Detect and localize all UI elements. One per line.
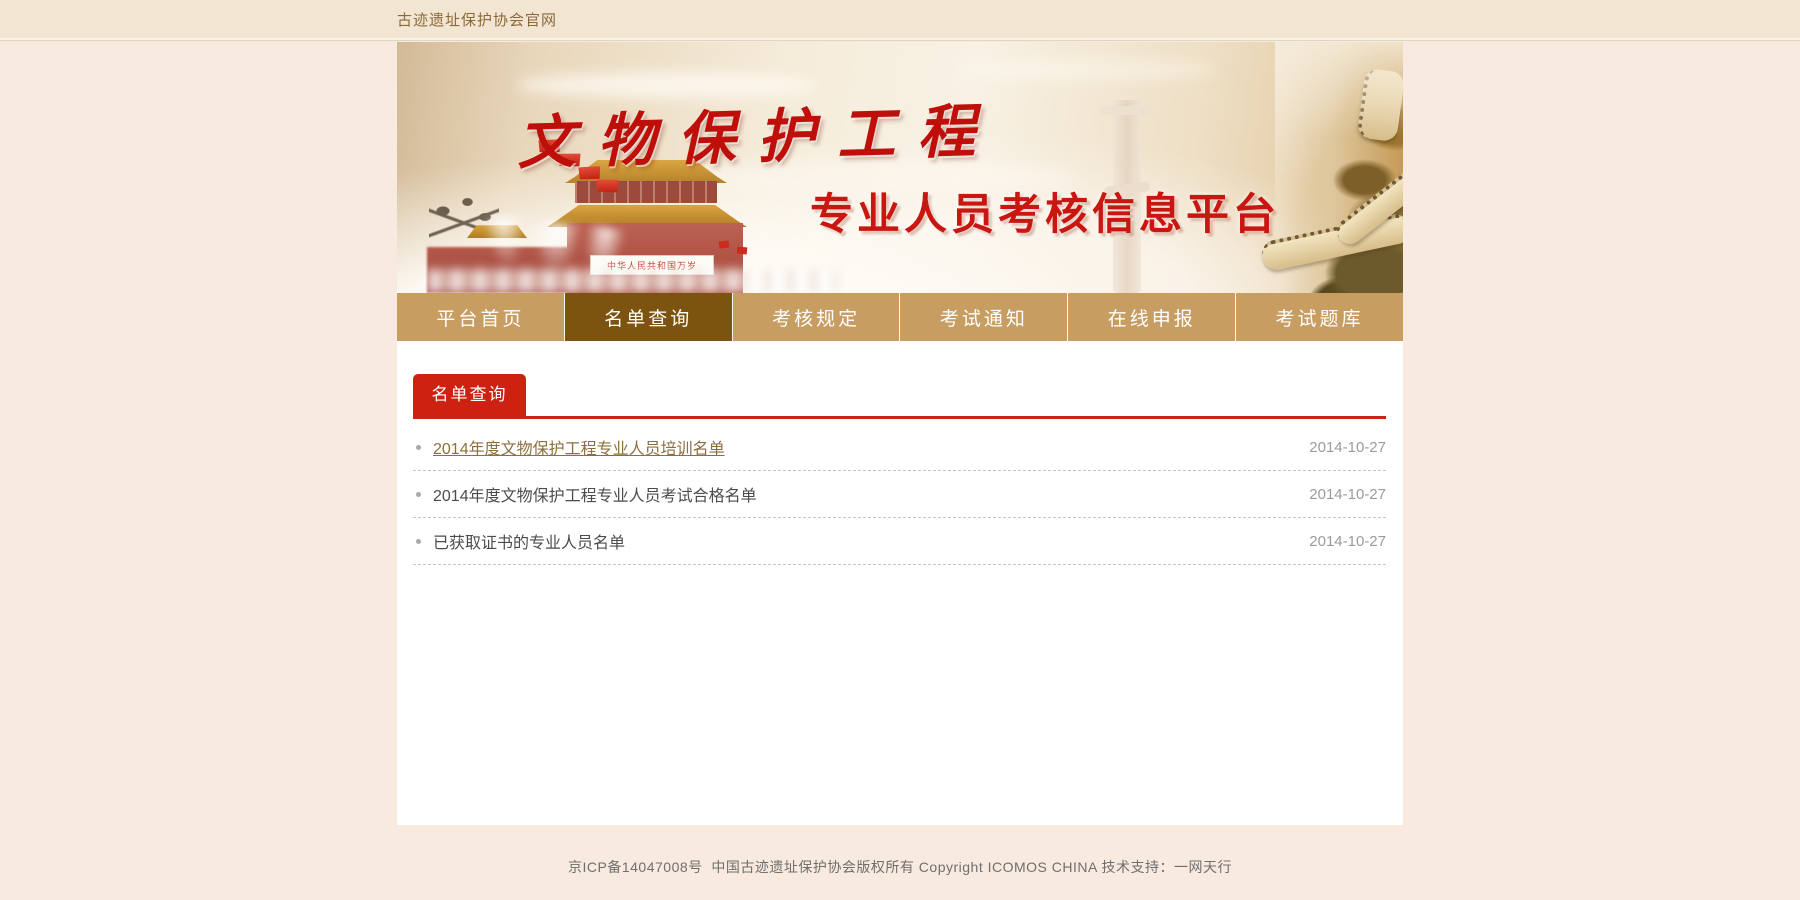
- page-container: 中华人民共和国万岁 文物保护工程 专业人员考核信息平台 平台首页 名单查询 考核…: [397, 42, 1403, 825]
- list-item-link[interactable]: 已获取证书的专业人员名单: [433, 529, 625, 553]
- section-tab: 名单查询: [413, 374, 526, 416]
- nav-item-online-apply[interactable]: 在线申报: [1067, 293, 1235, 341]
- news-list: 2014年度文物保护工程专业人员培训名单 2014-10-27 2014年度文物…: [413, 424, 1386, 565]
- footer-text: 京ICP备14047008号 中国古迹遗址保护协会版权所有 Copyright …: [568, 859, 1232, 875]
- sky-fade-overlay: [1275, 42, 1403, 293]
- red-flag-icon: [737, 246, 748, 254]
- site-title: 古迹遗址保护协会官网: [397, 9, 557, 30]
- banner: 中华人民共和国万岁 文物保护工程 专业人员考核信息平台: [397, 42, 1403, 293]
- list-item-link[interactable]: 2014年度文物保护工程专业人员培训名单: [433, 435, 725, 459]
- red-flag-icon: [597, 178, 620, 193]
- topbar-inner: 古迹遗址保护协会官网: [397, 0, 1403, 38]
- list-item: 已获取证书的专业人员名单 2014-10-27: [413, 518, 1386, 565]
- red-flag-icon: [719, 240, 730, 248]
- banner-main-title: 文物保护工程: [516, 84, 998, 181]
- section-heading-row: 名单查询: [413, 341, 1386, 419]
- great-wall-illustration: [1275, 42, 1403, 293]
- main-nav: 平台首页 名单查询 考核规定 考试通知 在线申报 考试题库: [397, 293, 1403, 341]
- topbar: 古迹遗址保护协会官网: [0, 0, 1800, 40]
- content-panel: 名单查询 2014年度文物保护工程专业人员培训名单 2014-10-27 201…: [397, 341, 1403, 825]
- list-item: 2014年度文物保护工程专业人员考试合格名单 2014-10-27: [413, 471, 1386, 518]
- nav-item-regulations[interactable]: 考核规定: [732, 293, 900, 341]
- bullet-icon: [416, 492, 421, 497]
- list-item-date: 2014-10-27: [1309, 439, 1386, 456]
- list-item-date: 2014-10-27: [1309, 533, 1386, 550]
- list-item-link[interactable]: 2014年度文物保护工程专业人员考试合格名单: [433, 482, 757, 506]
- cloud-decoration: [957, 60, 1217, 80]
- bullet-icon: [416, 445, 421, 450]
- gate-columns-illustration: [575, 181, 717, 203]
- nav-item-question-bank[interactable]: 考试题库: [1235, 293, 1403, 341]
- list-item: 2014年度文物保护工程专业人员培训名单 2014-10-27: [413, 424, 1386, 471]
- nav-item-exam-notice[interactable]: 考试通知: [899, 293, 1067, 341]
- bullet-icon: [416, 539, 421, 544]
- crowd-blur-illustration: [427, 269, 837, 293]
- footer: 京ICP备14047008号 中国古迹遗址保护协会版权所有 Copyright …: [0, 825, 1800, 877]
- nav-item-home[interactable]: 平台首页: [397, 293, 564, 341]
- list-item-date: 2014-10-27: [1309, 486, 1386, 503]
- banner-subtitle: 专业人员考核信息平台: [810, 180, 1280, 242]
- nav-item-list-query[interactable]: 名单查询: [564, 293, 732, 341]
